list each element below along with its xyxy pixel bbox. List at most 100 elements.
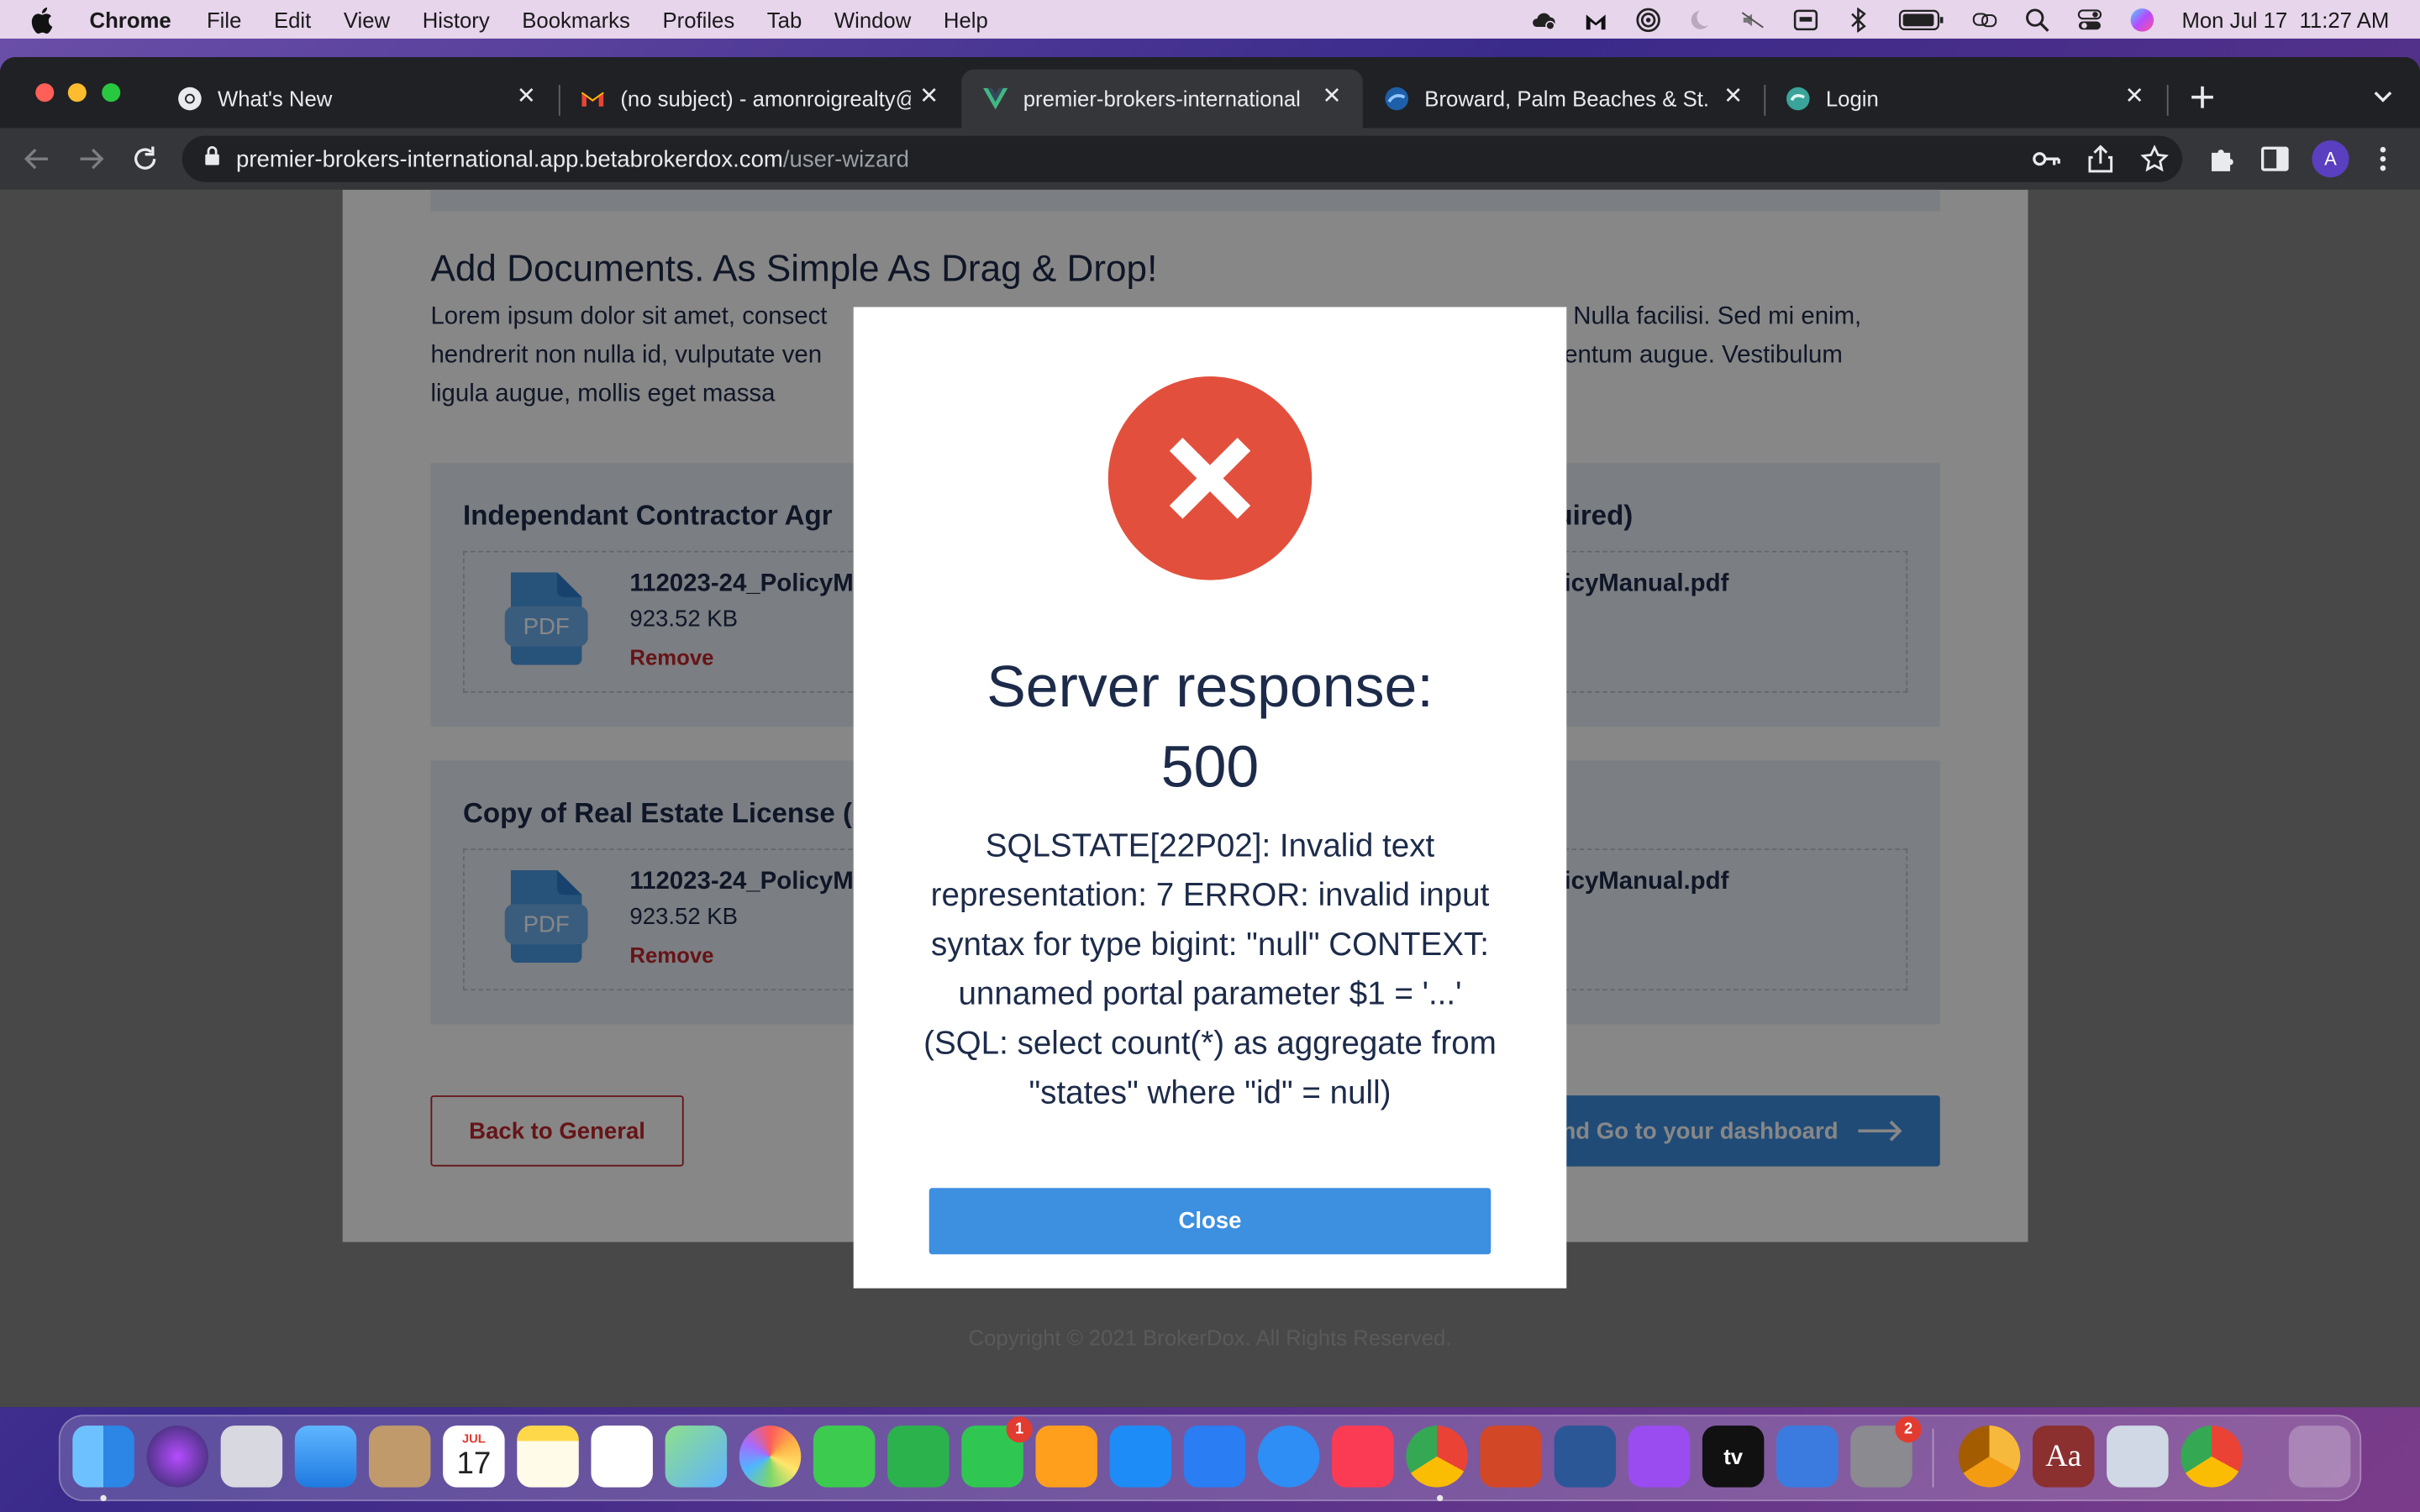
- close-tab-icon[interactable]: ✕: [2123, 84, 2147, 109]
- realtor-icon: [1385, 87, 1409, 111]
- menu-bookmarks[interactable]: Bookmarks: [522, 7, 630, 31]
- menu-view[interactable]: View: [344, 7, 390, 31]
- reminders-icon[interactable]: [591, 1425, 653, 1488]
- system-settings-icon[interactable]: 2: [1850, 1416, 1922, 1488]
- dock-icon-label: Aa: [2045, 1438, 2082, 1473]
- spotlight-search-icon[interactable]: [2024, 7, 2049, 31]
- apple-menu-icon[interactable]: [31, 5, 62, 34]
- menu-window[interactable]: Window: [834, 7, 911, 31]
- bookmark-star-icon[interactable]: [2139, 144, 2170, 175]
- display-icon[interactable]: [1793, 7, 1818, 31]
- chrome-profile-icon[interactable]: [2181, 1425, 2243, 1488]
- zoom-window-button[interactable]: [102, 83, 121, 102]
- safari-icon[interactable]: [1257, 1425, 1320, 1488]
- minimize-window-button[interactable]: [67, 83, 87, 102]
- notification-badge: 1: [1006, 1416, 1033, 1443]
- menu-app-name[interactable]: Chrome: [90, 7, 171, 31]
- new-tab-plus-icon[interactable]: [2187, 81, 2218, 113]
- app-store-icon[interactable]: [1109, 1425, 1172, 1488]
- bluetooth-icon[interactable]: [1845, 7, 1870, 32]
- battery-icon[interactable]: [1897, 7, 1944, 31]
- password-key-icon[interactable]: [2031, 144, 2062, 175]
- forward-arrow-icon[interactable]: [76, 144, 107, 175]
- finder-icon[interactable]: [72, 1425, 134, 1488]
- messages-icon[interactable]: [813, 1425, 876, 1488]
- close-tab-icon[interactable]: ✕: [1721, 84, 1745, 109]
- mail-icon[interactable]: [294, 1425, 357, 1488]
- tab-title: Broward, Palm Beaches & St. L: [1424, 86, 1715, 112]
- chrome-icon[interactable]: [1406, 1425, 1468, 1488]
- tab-separator: [2166, 85, 2169, 116]
- calendar-icon[interactable]: JUL 17: [443, 1425, 505, 1488]
- kebab-menu-icon[interactable]: [2368, 144, 2399, 175]
- siri-icon[interactable]: [146, 1425, 208, 1488]
- trash-icon[interactable]: [2288, 1425, 2351, 1488]
- menu-file[interactable]: File: [207, 7, 241, 31]
- numbers-icon[interactable]: [887, 1425, 950, 1488]
- preview-icon[interactable]: [2107, 1425, 2169, 1488]
- error-modal: Server response: 500 SQLSTATE[22P02]: In…: [853, 307, 1567, 1289]
- creative-cloud-icon[interactable]: [1530, 7, 1555, 31]
- music-icon[interactable]: [1332, 1425, 1394, 1488]
- podcasts-icon[interactable]: [1628, 1425, 1691, 1488]
- menu-help[interactable]: Help: [944, 7, 988, 31]
- back-arrow-icon[interactable]: [22, 144, 53, 175]
- maps-icon[interactable]: [665, 1425, 728, 1488]
- menu-profiles[interactable]: Profiles: [662, 7, 734, 31]
- tab-gmail[interactable]: (no subject) - amonroigrealty@ ✕: [559, 70, 960, 129]
- url-host: premier-brokers-international.app.betabr…: [236, 145, 783, 172]
- apple-tv-icon[interactable]: tv: [1702, 1425, 1765, 1488]
- menu-edit[interactable]: Edit: [274, 7, 311, 31]
- reload-icon[interactable]: [129, 144, 160, 175]
- tab-premier-brokers[interactable]: premier-brokers-international ✕: [961, 69, 1363, 129]
- siri-icon[interactable]: [2129, 7, 2154, 31]
- vue-icon: [983, 87, 1008, 111]
- facetime-icon[interactable]: 1: [961, 1416, 1033, 1488]
- dictionary-icon[interactable]: Aa: [2032, 1425, 2095, 1488]
- tab-search-chevron-icon[interactable]: [2368, 81, 2399, 113]
- notification-badge: 2: [1895, 1416, 1922, 1443]
- share-icon[interactable]: [2085, 144, 2116, 175]
- contacts-icon[interactable]: [368, 1425, 431, 1488]
- screen-mirroring-icon[interactable]: [1972, 7, 1996, 31]
- lock-icon[interactable]: [203, 145, 220, 173]
- notes-icon[interactable]: [517, 1425, 579, 1488]
- photos-icon[interactable]: [739, 1425, 802, 1488]
- tab-login[interactable]: Login ✕: [1764, 70, 2165, 129]
- close-tab-icon[interactable]: ✕: [514, 84, 539, 109]
- url-path: /user-wizard: [782, 145, 909, 172]
- address-bar[interactable]: premier-brokers-international.app.betabr…: [182, 135, 2183, 182]
- menu-history[interactable]: History: [423, 7, 490, 31]
- malwarebytes-icon[interactable]: [1583, 7, 1607, 31]
- tab-broward[interactable]: Broward, Palm Beaches & St. L ✕: [1363, 70, 1765, 129]
- focus-moon-icon[interactable]: [1688, 7, 1712, 31]
- browser-window: What's New ✕ (no subject) - amonroigreal…: [0, 56, 2420, 1408]
- word-icon[interactable]: [1554, 1425, 1617, 1488]
- powerpoint-icon[interactable]: [1480, 1425, 1542, 1488]
- close-tab-icon[interactable]: ✕: [917, 84, 941, 109]
- tab-whats-new[interactable]: What's New ✕: [156, 70, 558, 129]
- chrome-canary-icon[interactable]: [1958, 1425, 2021, 1488]
- menu-clock[interactable]: Mon Jul 17 11:27 AM: [2181, 7, 2389, 31]
- error-icon: [1107, 376, 1313, 580]
- close-window-button[interactable]: [35, 83, 55, 102]
- close-tab-icon[interactable]: ✕: [1319, 84, 1344, 109]
- chrome-icon: [177, 87, 202, 111]
- dock-separator: [1932, 1428, 1934, 1488]
- modal-title: Server response: 500: [986, 655, 1434, 801]
- close-button[interactable]: Close: [929, 1188, 1491, 1255]
- extensions-puzzle-icon[interactable]: [2207, 144, 2238, 175]
- menu-tab[interactable]: Tab: [767, 7, 802, 31]
- control-center-icon[interactable]: [2077, 7, 2102, 31]
- pages-icon[interactable]: [1035, 1425, 1097, 1488]
- calendar-month: JUL: [461, 1431, 486, 1446]
- side-panel-icon[interactable]: [2260, 144, 2291, 175]
- dock-icon-label: tv: [1723, 1444, 1744, 1469]
- sketchup-icon[interactable]: [1776, 1425, 1839, 1488]
- airdrop-icon[interactable]: [1635, 7, 1660, 32]
- speaker-muted-icon[interactable]: [1740, 7, 1765, 31]
- keynote-icon[interactable]: [1183, 1425, 1246, 1488]
- launchpad-icon[interactable]: [220, 1425, 283, 1488]
- gmail-icon: [581, 87, 605, 111]
- profile-avatar[interactable]: A: [2312, 140, 2349, 178]
